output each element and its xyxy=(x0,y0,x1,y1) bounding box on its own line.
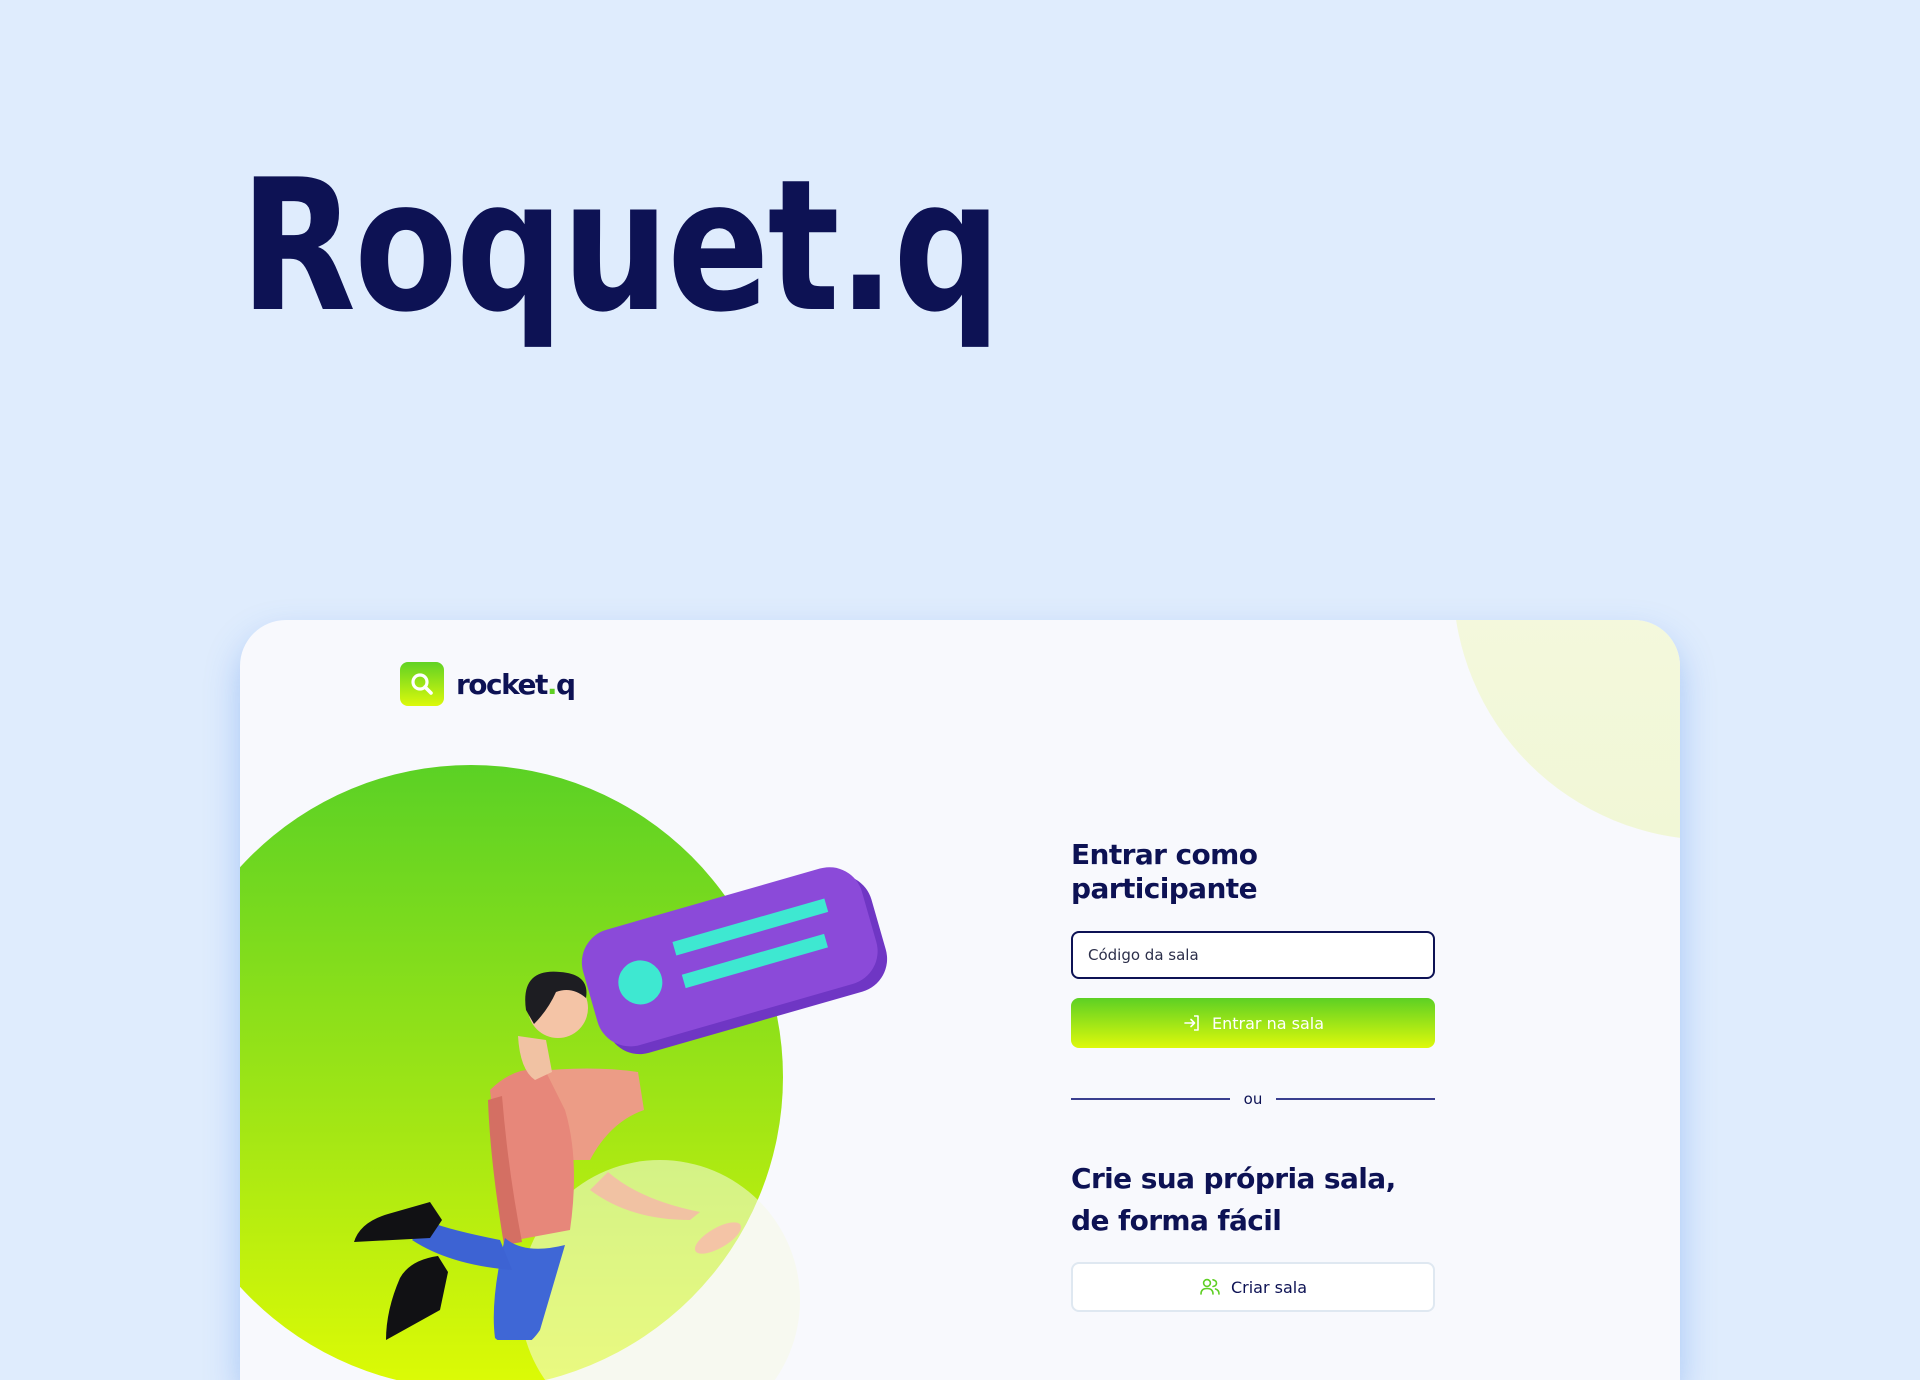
log-in-icon xyxy=(1184,1015,1199,1031)
brand-name-suffix: q xyxy=(556,667,576,701)
brand-name: rocket.q xyxy=(456,667,576,701)
page-title: Roquet.q xyxy=(240,140,1001,352)
brand-name-main: rocket xyxy=(456,667,548,701)
join-room-form: Entrar como participante Entrar na sala … xyxy=(1071,838,1435,1313)
create-room-button[interactable]: Criar sala xyxy=(1071,1262,1435,1313)
brand-name-dot: . xyxy=(546,667,558,701)
participant-heading: Entrar como participante xyxy=(1071,838,1258,905)
enter-room-label: Entrar na sala xyxy=(1212,1013,1324,1033)
or-divider: ou xyxy=(1071,1090,1435,1108)
divider-line-right xyxy=(1276,1098,1435,1100)
users-icon xyxy=(1200,1278,1220,1295)
create-room-heading: Crie sua própria sala, de forma fácil xyxy=(1071,1162,1396,1237)
divider-line-left xyxy=(1071,1098,1230,1100)
enter-room-button[interactable]: Entrar na sala xyxy=(1071,998,1435,1049)
app-window: rocket.q Entrar como participante Código… xyxy=(240,620,1680,1380)
decorative-circle-top xyxy=(1453,620,1680,840)
create-room-label: Criar sala xyxy=(1230,1277,1308,1297)
hero-illustration xyxy=(354,867,888,1340)
search-icon xyxy=(400,662,444,706)
brand-logo[interactable]: rocket.q xyxy=(400,662,576,706)
room-code-input[interactable] xyxy=(1071,931,1435,980)
divider-label: ou xyxy=(1243,1090,1263,1109)
